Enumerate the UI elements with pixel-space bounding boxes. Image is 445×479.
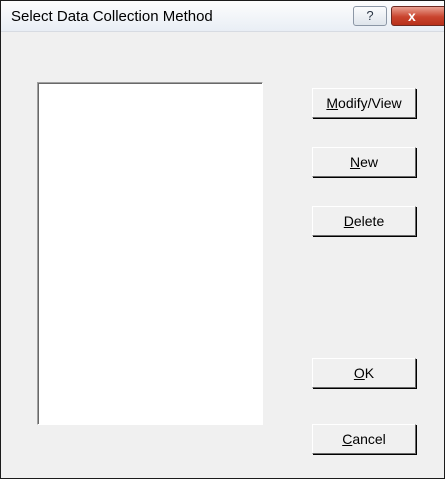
close-icon: x (408, 8, 416, 24)
help-icon: ? (366, 8, 374, 23)
dialog-body: Modify/View New Delete OK Cancel (1, 32, 444, 478)
collection-method-list[interactable] (37, 82, 263, 425)
modify-mnemonic: M (326, 95, 339, 111)
new-button[interactable]: New (312, 147, 416, 177)
title-bar[interactable]: Select Data Collection Method ? x (1, 1, 444, 32)
delete-mnemonic: D (343, 213, 354, 229)
ok-button[interactable]: OK (312, 358, 416, 388)
new-label: ew (360, 154, 379, 170)
cancel-button[interactable]: Cancel (312, 424, 416, 454)
delete-label: elete (353, 213, 385, 229)
cancel-mnemonic: C (342, 431, 353, 447)
ok-label: K (364, 365, 375, 381)
dialog-title: Select Data Collection Method (11, 8, 213, 25)
modify-view-button[interactable]: Modify/View (312, 88, 416, 118)
ok-mnemonic: O (353, 365, 365, 381)
new-mnemonic: N (349, 154, 361, 170)
delete-button[interactable]: Delete (312, 206, 416, 236)
cancel-label: ancel (352, 431, 386, 447)
modify-label: odify/View (338, 95, 402, 111)
dialog-window: Select Data Collection Method ? x Modify… (0, 0, 445, 479)
close-button[interactable]: x (391, 6, 444, 26)
help-button[interactable]: ? (353, 6, 387, 26)
